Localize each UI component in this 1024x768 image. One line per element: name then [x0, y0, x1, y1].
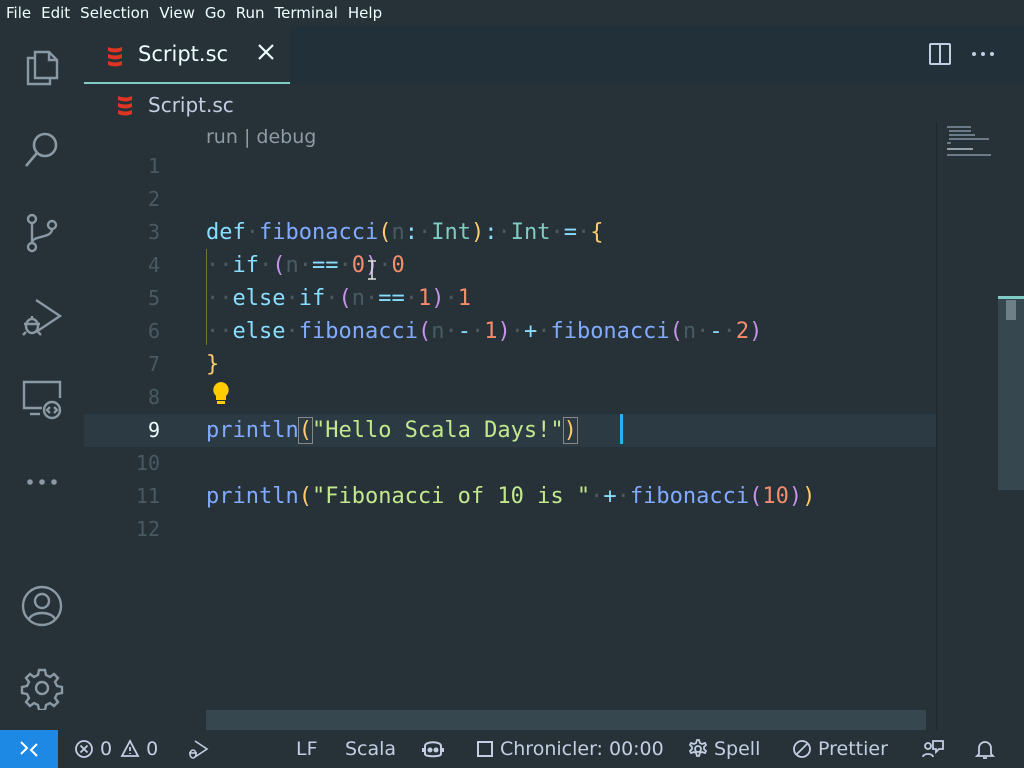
- activity-bar: [0, 26, 84, 730]
- breadcrumb-file[interactable]: Script.sc: [148, 93, 234, 117]
- error-count: 0: [100, 738, 113, 760]
- remote-indicator[interactable]: [0, 730, 58, 768]
- tab-script-sc[interactable]: Script.sc: [84, 26, 290, 84]
- menu-terminal[interactable]: Terminal: [270, 4, 343, 22]
- search-icon[interactable]: [18, 126, 66, 174]
- code-line: 12: [84, 513, 936, 546]
- codelens-run[interactable]: run: [206, 126, 238, 148]
- menu-bar: File Edit Selection View Go Run Terminal…: [0, 0, 1024, 26]
- line-number: 12: [135, 517, 160, 541]
- chronicler-status[interactable]: Chronicler: 00:00: [476, 730, 664, 768]
- disabled-icon: [793, 740, 811, 758]
- code-line: 3 def·fibonacci(n:·Int):·Int·=·{: [84, 216, 936, 249]
- language-mode[interactable]: Scala: [345, 730, 396, 768]
- copilot-status[interactable]: [421, 730, 451, 768]
- scala-icon: [108, 47, 122, 67]
- menu-file[interactable]: File: [0, 4, 36, 22]
- code-lens: run | debug: [206, 126, 316, 148]
- lightbulb-icon[interactable]: [210, 380, 232, 406]
- account-icon[interactable]: [18, 582, 66, 630]
- split-editor-icon[interactable]: [928, 42, 952, 66]
- code-text: println("Hello Scala Days!"): [206, 417, 578, 444]
- debug-status[interactable]: [186, 730, 216, 768]
- menu-edit[interactable]: Edit: [36, 4, 75, 22]
- code-line: 6 ··else·fibonacci(n·-·1)·+·fibonacci(n·…: [84, 315, 936, 348]
- feedback-button[interactable]: [921, 730, 951, 768]
- line-number: 5: [147, 286, 160, 310]
- error-icon: [75, 740, 93, 758]
- code-text: def·fibonacci(n:·Int):·Int·=·{: [206, 220, 604, 245]
- line-number: 8: [147, 385, 160, 409]
- menu-selection[interactable]: Selection: [75, 4, 154, 22]
- line-number: 6: [147, 319, 160, 343]
- breadcrumb: Script.sc: [84, 84, 936, 122]
- code-editor[interactable]: 1 2 3 def·fibonacci(n:·Int):·Int·=·{ 4 ·…: [84, 150, 936, 710]
- line-number: 4: [147, 253, 160, 277]
- scrollbar-cursor-marker: [998, 296, 1024, 299]
- vertical-scrollbar[interactable]: [998, 122, 1024, 730]
- line-number: 7: [147, 352, 160, 376]
- code-text: ··else·if·(n·==·1)·1: [206, 286, 471, 311]
- code-line: 2: [84, 183, 936, 216]
- eol-indicator[interactable]: LF: [296, 730, 318, 768]
- menu-help[interactable]: Help: [343, 4, 387, 22]
- line-number: 2: [147, 187, 160, 211]
- code-line: 7 }: [84, 348, 936, 381]
- notifications-button[interactable]: [974, 730, 1002, 768]
- horizontal-scrollbar[interactable]: [206, 710, 926, 730]
- scrollbar-slider[interactable]: [1006, 300, 1016, 320]
- text-cursor: [620, 414, 623, 444]
- source-control-icon[interactable]: [18, 209, 66, 257]
- codelens-separator: |: [237, 126, 257, 148]
- menu-view[interactable]: View: [154, 4, 200, 22]
- menu-go[interactable]: Go: [200, 4, 231, 22]
- line-number: 11: [135, 484, 160, 508]
- explorer-icon[interactable]: [18, 42, 66, 90]
- code-line: 5 ··else·if·(n·==·1)·1: [84, 282, 936, 315]
- bell-icon: [974, 741, 996, 759]
- line-number: 3: [147, 220, 160, 244]
- spell-check-status[interactable]: Spell: [688, 730, 760, 768]
- code-text: }: [206, 352, 220, 377]
- code-line: 1: [84, 150, 936, 183]
- status-bar: 0 0 LF Scala Chronicler: 00:00 Spell Pre…: [0, 730, 1024, 768]
- code-line-current: 9 println("Hello Scala Days!"): [84, 414, 936, 447]
- gear-icon: [688, 739, 708, 757]
- remote-icon: [20, 741, 38, 757]
- code-line: 11 println("Fibonacci of 10 is "·+·fibon…: [84, 480, 936, 513]
- run-debug-icon: [189, 740, 209, 759]
- warning-count: 0: [146, 738, 159, 760]
- feedback-icon: [922, 740, 944, 758]
- more-icon[interactable]: [18, 456, 66, 504]
- code-line: 10: [84, 447, 936, 480]
- line-number: 1: [147, 154, 160, 178]
- warning-icon: [120, 739, 140, 757]
- code-line: 4 ··if·(n·==·0)·0: [84, 249, 936, 282]
- editor-tab-bar: Script.sc: [84, 26, 1024, 84]
- close-icon[interactable]: [254, 40, 278, 64]
- chronicler-label: Chronicler: 00:00: [500, 738, 664, 760]
- scala-icon: [118, 96, 132, 116]
- run-debug-icon[interactable]: [18, 292, 66, 340]
- code-text: println("Fibonacci of 10 is "·+·fibonacc…: [206, 484, 816, 509]
- codelens-debug[interactable]: debug: [256, 126, 316, 148]
- line-number: 10: [135, 451, 160, 475]
- minimap[interactable]: [936, 122, 997, 730]
- line-number: 9: [147, 418, 160, 442]
- indent-guide: [206, 249, 207, 345]
- prettier-status[interactable]: Prettier: [792, 730, 888, 768]
- remote-explorer-icon[interactable]: [18, 374, 66, 422]
- text-pointer-icon: [368, 260, 376, 280]
- prettier-label: Prettier: [818, 738, 888, 760]
- stop-square-icon: [477, 741, 493, 757]
- settings-gear-icon[interactable]: [18, 664, 66, 712]
- tab-label: Script.sc: [138, 42, 229, 66]
- more-actions-icon[interactable]: [970, 42, 996, 66]
- problems-indicator[interactable]: 0 0: [74, 730, 158, 768]
- code-text: ··else·fibonacci(n·-·1)·+·fibonacci(n·-·…: [206, 319, 763, 344]
- copilot-icon: [422, 741, 444, 758]
- menu-run[interactable]: Run: [231, 4, 270, 22]
- scrollbar-thumb[interactable]: [998, 296, 1024, 490]
- spell-label: Spell: [714, 738, 761, 760]
